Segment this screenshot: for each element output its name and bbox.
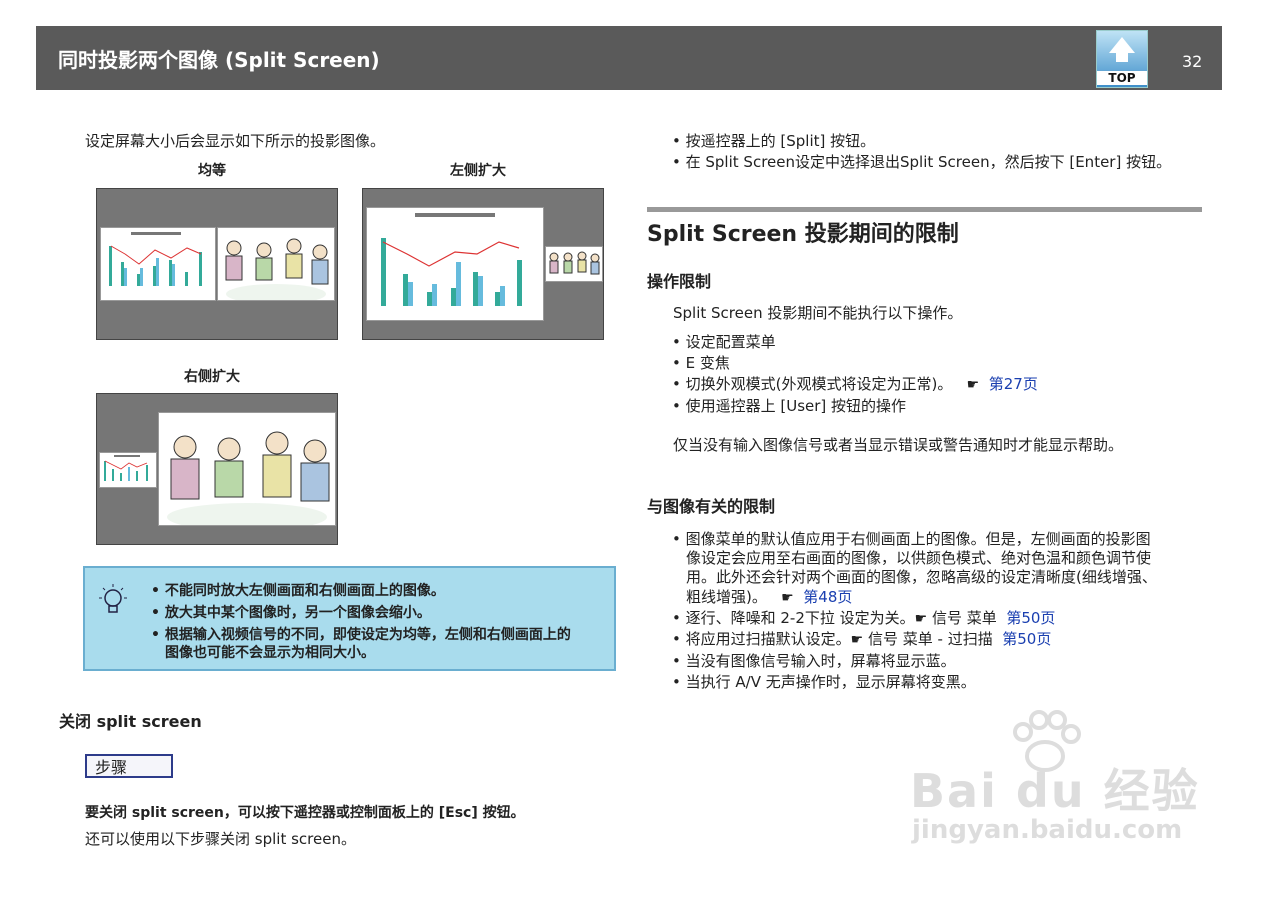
op-help-note: 仅当没有输入图像信号或者当显示错误或警告通知时才能显示帮助。 xyxy=(673,436,1124,454)
op-intro: Split Screen 投影期间不能执行以下操作。 xyxy=(673,304,963,322)
step-note: 还可以使用以下步骤关闭 split screen。 xyxy=(85,830,356,848)
image-bullet: • 当执行 A/V 无声操作时，显示屏幕将变黑。 xyxy=(672,673,976,691)
chart-thumbnail-large xyxy=(366,207,544,321)
tip-item: • 放大其中某个图像时，另一个图像会缩小。 xyxy=(151,605,431,621)
step-label: 步骤 xyxy=(85,754,173,778)
illustration-left-zoom xyxy=(362,188,604,340)
image-bullet: • 当没有图像信号输入时，屏幕将显示蓝。 xyxy=(672,652,956,670)
split-button-bullet: • 按遥控器上的 [Split] 按钮。 xyxy=(672,132,876,150)
tip-item: • 不能同时放大左侧画面和右侧画面上的图像。 xyxy=(151,583,445,599)
meeting-thumbnail-small xyxy=(545,246,603,282)
image-bullet: • 图像菜单的默认值应用于右侧画面上的图像。但是，左侧画面的投影图 xyxy=(672,530,1151,548)
illustration-right-zoom xyxy=(96,393,338,545)
page48-link[interactable]: 第48页 xyxy=(803,588,852,606)
illustration-equal xyxy=(96,188,338,340)
caption-equal: 均等 xyxy=(198,163,226,179)
page50-link[interactable]: 第50页 xyxy=(1002,630,1051,648)
arrow-up-icon xyxy=(1109,37,1135,53)
image-bullet: • 逐行、降噪和 2-2下拉 设定为关。☛ 信号 菜单 第50页 xyxy=(672,609,1056,627)
pointing-hand-icon: ☛ xyxy=(781,590,794,606)
section-divider xyxy=(647,207,1202,212)
image-restriction-heading: 与图像有关的限制 xyxy=(647,497,776,516)
page27-link[interactable]: 第27页 xyxy=(989,375,1038,393)
image-bullet-continuation: 粗线增强)。 ☛ 第48页 xyxy=(686,588,853,606)
image-bullet: • 将应用过扫描默认设定。☛ 信号 菜单 - 过扫描 第50页 xyxy=(672,630,1052,648)
section-title: Split Screen 投影期间的限制 xyxy=(647,222,959,247)
page-header: 同时投影两个图像 (Split Screen) xyxy=(36,26,1222,90)
page-number: 32 xyxy=(1182,52,1203,71)
tip-box: • 不能同时放大左侧画面和右侧画面上的图像。 • 放大其中某个图像时，另一个图像… xyxy=(83,566,616,671)
page-title: 同时投影两个图像 (Split Screen) xyxy=(58,48,380,72)
watermark-url: jingyan.baidu.com xyxy=(912,815,1183,845)
close-split-screen-heading: 关闭 split screen xyxy=(59,712,202,731)
lightbulb-icon xyxy=(99,584,127,613)
pointing-hand-icon: ☛ xyxy=(914,611,928,627)
meeting-thumbnail xyxy=(217,227,335,301)
chart-thumbnail-small xyxy=(99,452,157,488)
tip-item-continuation: 图像也可能不会显示为相同大小。 xyxy=(165,645,375,661)
top-button[interactable]: TOP xyxy=(1096,30,1148,88)
op-bullet: • 使用遥控器上 [User] 按钮的操作 xyxy=(672,397,907,415)
caption-right-zoom: 右侧扩大 xyxy=(184,369,240,385)
meeting-thumbnail-large xyxy=(158,412,336,526)
tip-item: • 根据输入视频信号的不同，即使设定为均等，左侧和右侧画面上的 xyxy=(151,627,571,643)
exit-split-bullet: • 在 Split Screen设定中选择退出Split Screen，然后按下… xyxy=(672,153,1172,171)
pointing-hand-icon: ☛ xyxy=(850,632,864,648)
caption-left-zoom: 左侧扩大 xyxy=(450,163,506,179)
op-bullet: • 切换外观模式(外观模式将设定为正常)。 ☛ 第27页 xyxy=(672,375,1038,393)
op-bullet: • 设定配置菜单 xyxy=(672,333,776,351)
op-bullet: • E 变焦 xyxy=(672,354,730,372)
intro-text: 设定屏幕大小后会显示如下所示的投影图像。 xyxy=(85,132,386,150)
pointing-hand-icon: ☛ xyxy=(966,377,980,393)
page50-link[interactable]: 第50页 xyxy=(1006,609,1055,627)
watermark-logo: Bai du 经验 xyxy=(910,764,1200,818)
op-restriction-heading: 操作限制 xyxy=(647,272,712,291)
chart-thumbnail xyxy=(100,227,216,301)
step-instruction: 要关闭 split screen，可以按下遥控器或控制面板上的 [Esc] 按钮… xyxy=(85,805,525,821)
image-bullet-continuation: 用。此外还会针对两个画面的图像，忽略高级的设定清晰度(细线增强、 xyxy=(686,568,1157,586)
top-label: TOP xyxy=(1097,71,1147,85)
image-bullet-continuation: 像设定会应用至右画面的图像，以供颜色模式、绝对色温和颜色调节使 xyxy=(686,549,1152,567)
